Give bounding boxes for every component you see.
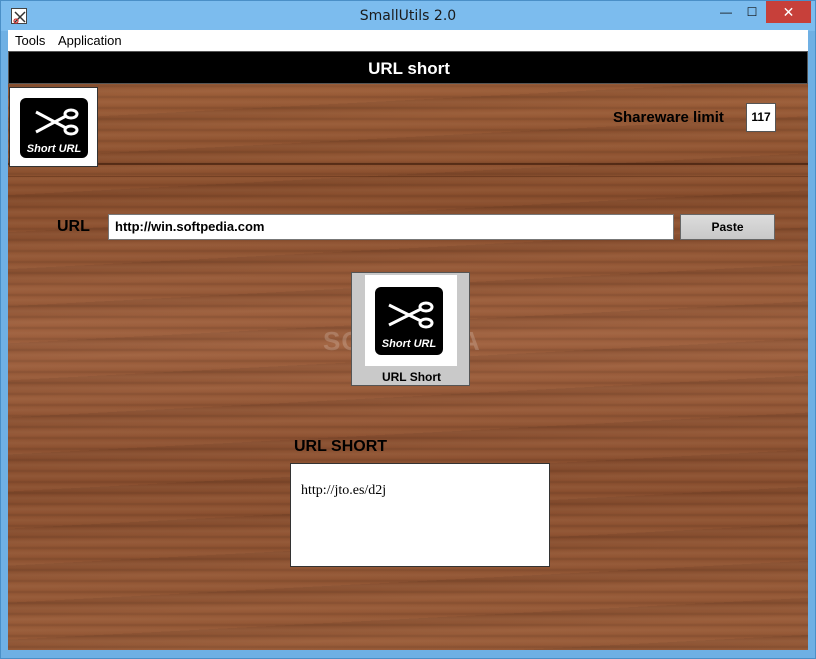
- menu-tools[interactable]: Tools: [15, 33, 45, 48]
- url-short-button-label: URL Short: [381, 370, 442, 384]
- plank-divider: [8, 163, 808, 165]
- url-short-button[interactable]: Short URL URL Short: [351, 272, 470, 386]
- paste-button[interactable]: Paste: [680, 214, 775, 240]
- title-bar[interactable]: SmallUtils 2.0 — ☐ ✕: [1, 1, 815, 31]
- menu-application[interactable]: Application: [58, 33, 122, 48]
- maximize-button[interactable]: ☐: [739, 1, 765, 23]
- url-short-result-label: URL SHORT: [294, 438, 388, 455]
- url-label: URL: [57, 218, 90, 235]
- close-button[interactable]: ✕: [766, 1, 811, 23]
- logo-caption: Short URL: [27, 143, 82, 155]
- shareware-limit-value: 117: [746, 103, 776, 132]
- scissors-icon: Short URL: [20, 98, 88, 158]
- plank-divider: [8, 176, 808, 177]
- section-header: URL short: [8, 51, 808, 84]
- scissors-icon: Short URL: [375, 287, 443, 355]
- url-input[interactable]: http://win.softpedia.com: [108, 214, 674, 240]
- shareware-limit-label: Shareware limit: [613, 109, 724, 126]
- short-image-caption: Short URL: [382, 338, 437, 350]
- app-logo: Short URL: [9, 87, 98, 167]
- window-title: SmallUtils 2.0: [359, 8, 457, 24]
- section-title: URL short: [368, 59, 450, 78]
- url-short-image: Short URL: [365, 275, 457, 366]
- url-short-result-field[interactable]: http://jto.es/d2j: [290, 463, 550, 567]
- minimize-button[interactable]: —: [713, 1, 739, 23]
- menu-bar: Tools Application: [8, 30, 808, 51]
